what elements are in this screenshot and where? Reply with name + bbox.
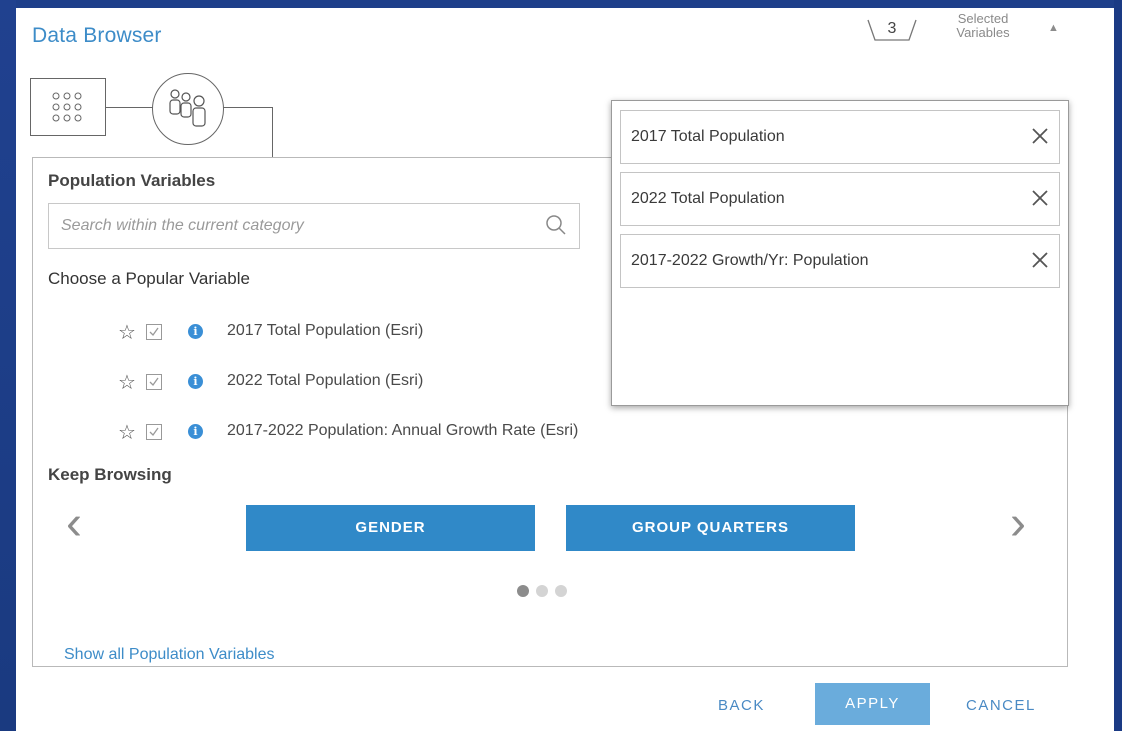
selected-variable-label: 2017-2022 Growth/Yr: Population [631, 252, 869, 269]
breadcrumb-connector [223, 107, 272, 108]
search-input[interactable] [59, 214, 533, 238]
close-icon[interactable] [1031, 127, 1049, 145]
search-icon[interactable] [545, 214, 567, 236]
window-frame-right [1114, 0, 1122, 731]
selected-variable-label: 2022 Total Population [631, 190, 785, 207]
chevron-right-icon[interactable]: › [1010, 500, 1026, 548]
population-category-button[interactable] [152, 73, 224, 145]
pager-dot[interactable] [536, 585, 548, 597]
info-icon[interactable]: i [188, 424, 203, 439]
apply-button[interactable]: APPLY [815, 683, 930, 725]
selected-variable-item: 2017 Total Population [620, 110, 1060, 164]
group-quarters-button[interactable]: GROUP QUARTERS [566, 505, 855, 551]
popular-heading: Choose a Popular Variable [48, 269, 250, 288]
checkmark-icon [149, 377, 159, 387]
variable-label[interactable]: 2017-2022 Population: Annual Growth Rate… [227, 422, 578, 440]
show-all-link[interactable]: Show all Population Variables [64, 646, 275, 664]
star-icon[interactable]: ☆ [118, 420, 136, 445]
selected-variable-item: 2022 Total Population [620, 172, 1060, 226]
people-icon [169, 89, 206, 127]
page-title: Data Browser [32, 24, 162, 47]
star-icon[interactable]: ☆ [118, 370, 136, 395]
pager-dot-active[interactable] [517, 585, 529, 597]
search-box[interactable] [48, 203, 580, 249]
selected-variable-label: 2017 Total Population [631, 128, 785, 145]
checkmark-icon [149, 427, 159, 437]
gender-button[interactable]: GENDER [246, 505, 535, 551]
star-icon[interactable]: ☆ [118, 320, 136, 345]
checkbox[interactable] [146, 324, 162, 340]
selected-label-line2: Variables [956, 25, 1010, 40]
category-grid-button[interactable] [30, 78, 106, 136]
selected-count: 3 [887, 20, 897, 37]
chevron-left-icon[interactable]: ‹ [66, 500, 82, 548]
checkbox[interactable] [146, 374, 162, 390]
checkmark-icon [149, 327, 159, 337]
selected-variables-label[interactable]: Selected Variables [938, 12, 1028, 40]
selected-variables-popup: 2017 Total Population 2022 Total Populat… [611, 100, 1069, 406]
collapse-arrow-icon[interactable]: ▲ [1048, 22, 1059, 34]
back-button[interactable]: BACK [718, 697, 765, 714]
keep-browsing-heading: Keep Browsing [48, 465, 172, 484]
info-icon[interactable]: i [188, 324, 203, 339]
close-icon[interactable] [1031, 189, 1049, 207]
breadcrumb-connector [105, 107, 153, 108]
selected-label-line1: Selected [957, 11, 1009, 26]
selected-variable-item: 2017-2022 Growth/Yr: Population [620, 234, 1060, 288]
window-frame-top [0, 0, 1122, 8]
grid-dots-icon [52, 92, 82, 122]
variable-label[interactable]: 2022 Total Population (Esri) [227, 372, 423, 390]
checkbox[interactable] [146, 424, 162, 440]
pager-dot[interactable] [555, 585, 567, 597]
info-icon[interactable]: i [188, 374, 203, 389]
cancel-button[interactable]: CANCEL [966, 697, 1036, 714]
category-heading: Population Variables [48, 171, 216, 190]
variable-label[interactable]: 2017 Total Population (Esri) [227, 322, 423, 340]
close-icon[interactable] [1031, 251, 1049, 269]
window-frame-left [0, 0, 16, 731]
selected-count-badge[interactable]: 3 [866, 14, 918, 44]
